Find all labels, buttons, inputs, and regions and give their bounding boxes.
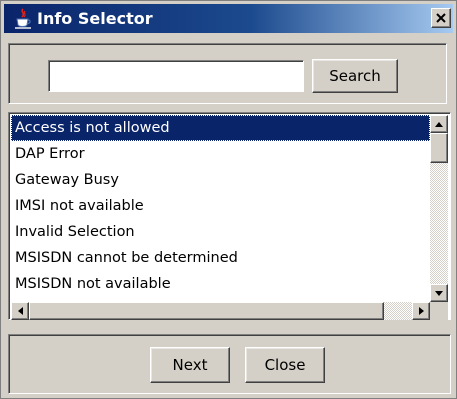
info-list: Access is not allowed DAP Error Gateway … <box>8 112 451 320</box>
search-input[interactable] <box>48 60 304 92</box>
arrow-up-icon <box>435 121 443 127</box>
arrow-down-icon <box>435 290 443 296</box>
search-panel: Search <box>8 43 447 104</box>
search-button[interactable]: Search <box>312 59 398 93</box>
list-item[interactable]: Access is not allowed <box>11 115 430 141</box>
list-item[interactable]: DAP Error <box>11 141 430 167</box>
close-window-button[interactable] <box>431 8 451 28</box>
info-selector-dialog: Info Selector Search Access is not allow… <box>0 0 457 399</box>
scroll-down-button[interactable] <box>430 284 448 302</box>
horizontal-scroll-thumb[interactable] <box>29 302 384 320</box>
vertical-scrollbar[interactable] <box>430 115 448 302</box>
scroll-right-button[interactable] <box>412 302 430 320</box>
scroll-up-button[interactable] <box>430 115 448 133</box>
vertical-scroll-thumb[interactable] <box>430 133 448 163</box>
scroll-left-button[interactable] <box>11 302 29 320</box>
list-item[interactable]: MSISDN not available <box>11 271 430 297</box>
list-item[interactable]: MSISDN cannot be determined <box>11 245 430 271</box>
list-item[interactable]: Invalid Selection <box>11 219 430 245</box>
arrow-right-icon <box>418 307 424 315</box>
close-button[interactable]: Close <box>245 347 325 383</box>
java-coffee-icon <box>15 8 31 29</box>
list-item[interactable]: Gateway Busy <box>11 167 430 193</box>
horizontal-scrollbar[interactable] <box>11 302 430 320</box>
close-icon <box>436 13 446 23</box>
scrollbar-corner <box>430 302 448 320</box>
list-item[interactable]: IMSI not available <box>11 193 430 219</box>
info-list-items[interactable]: Access is not allowed DAP Error Gateway … <box>11 115 430 302</box>
window-title: Info Selector <box>37 9 153 28</box>
button-panel: Next Close <box>8 334 451 394</box>
title-bar[interactable]: Info Selector <box>4 4 453 33</box>
next-button[interactable]: Next <box>150 347 230 383</box>
arrow-left-icon <box>17 307 23 315</box>
